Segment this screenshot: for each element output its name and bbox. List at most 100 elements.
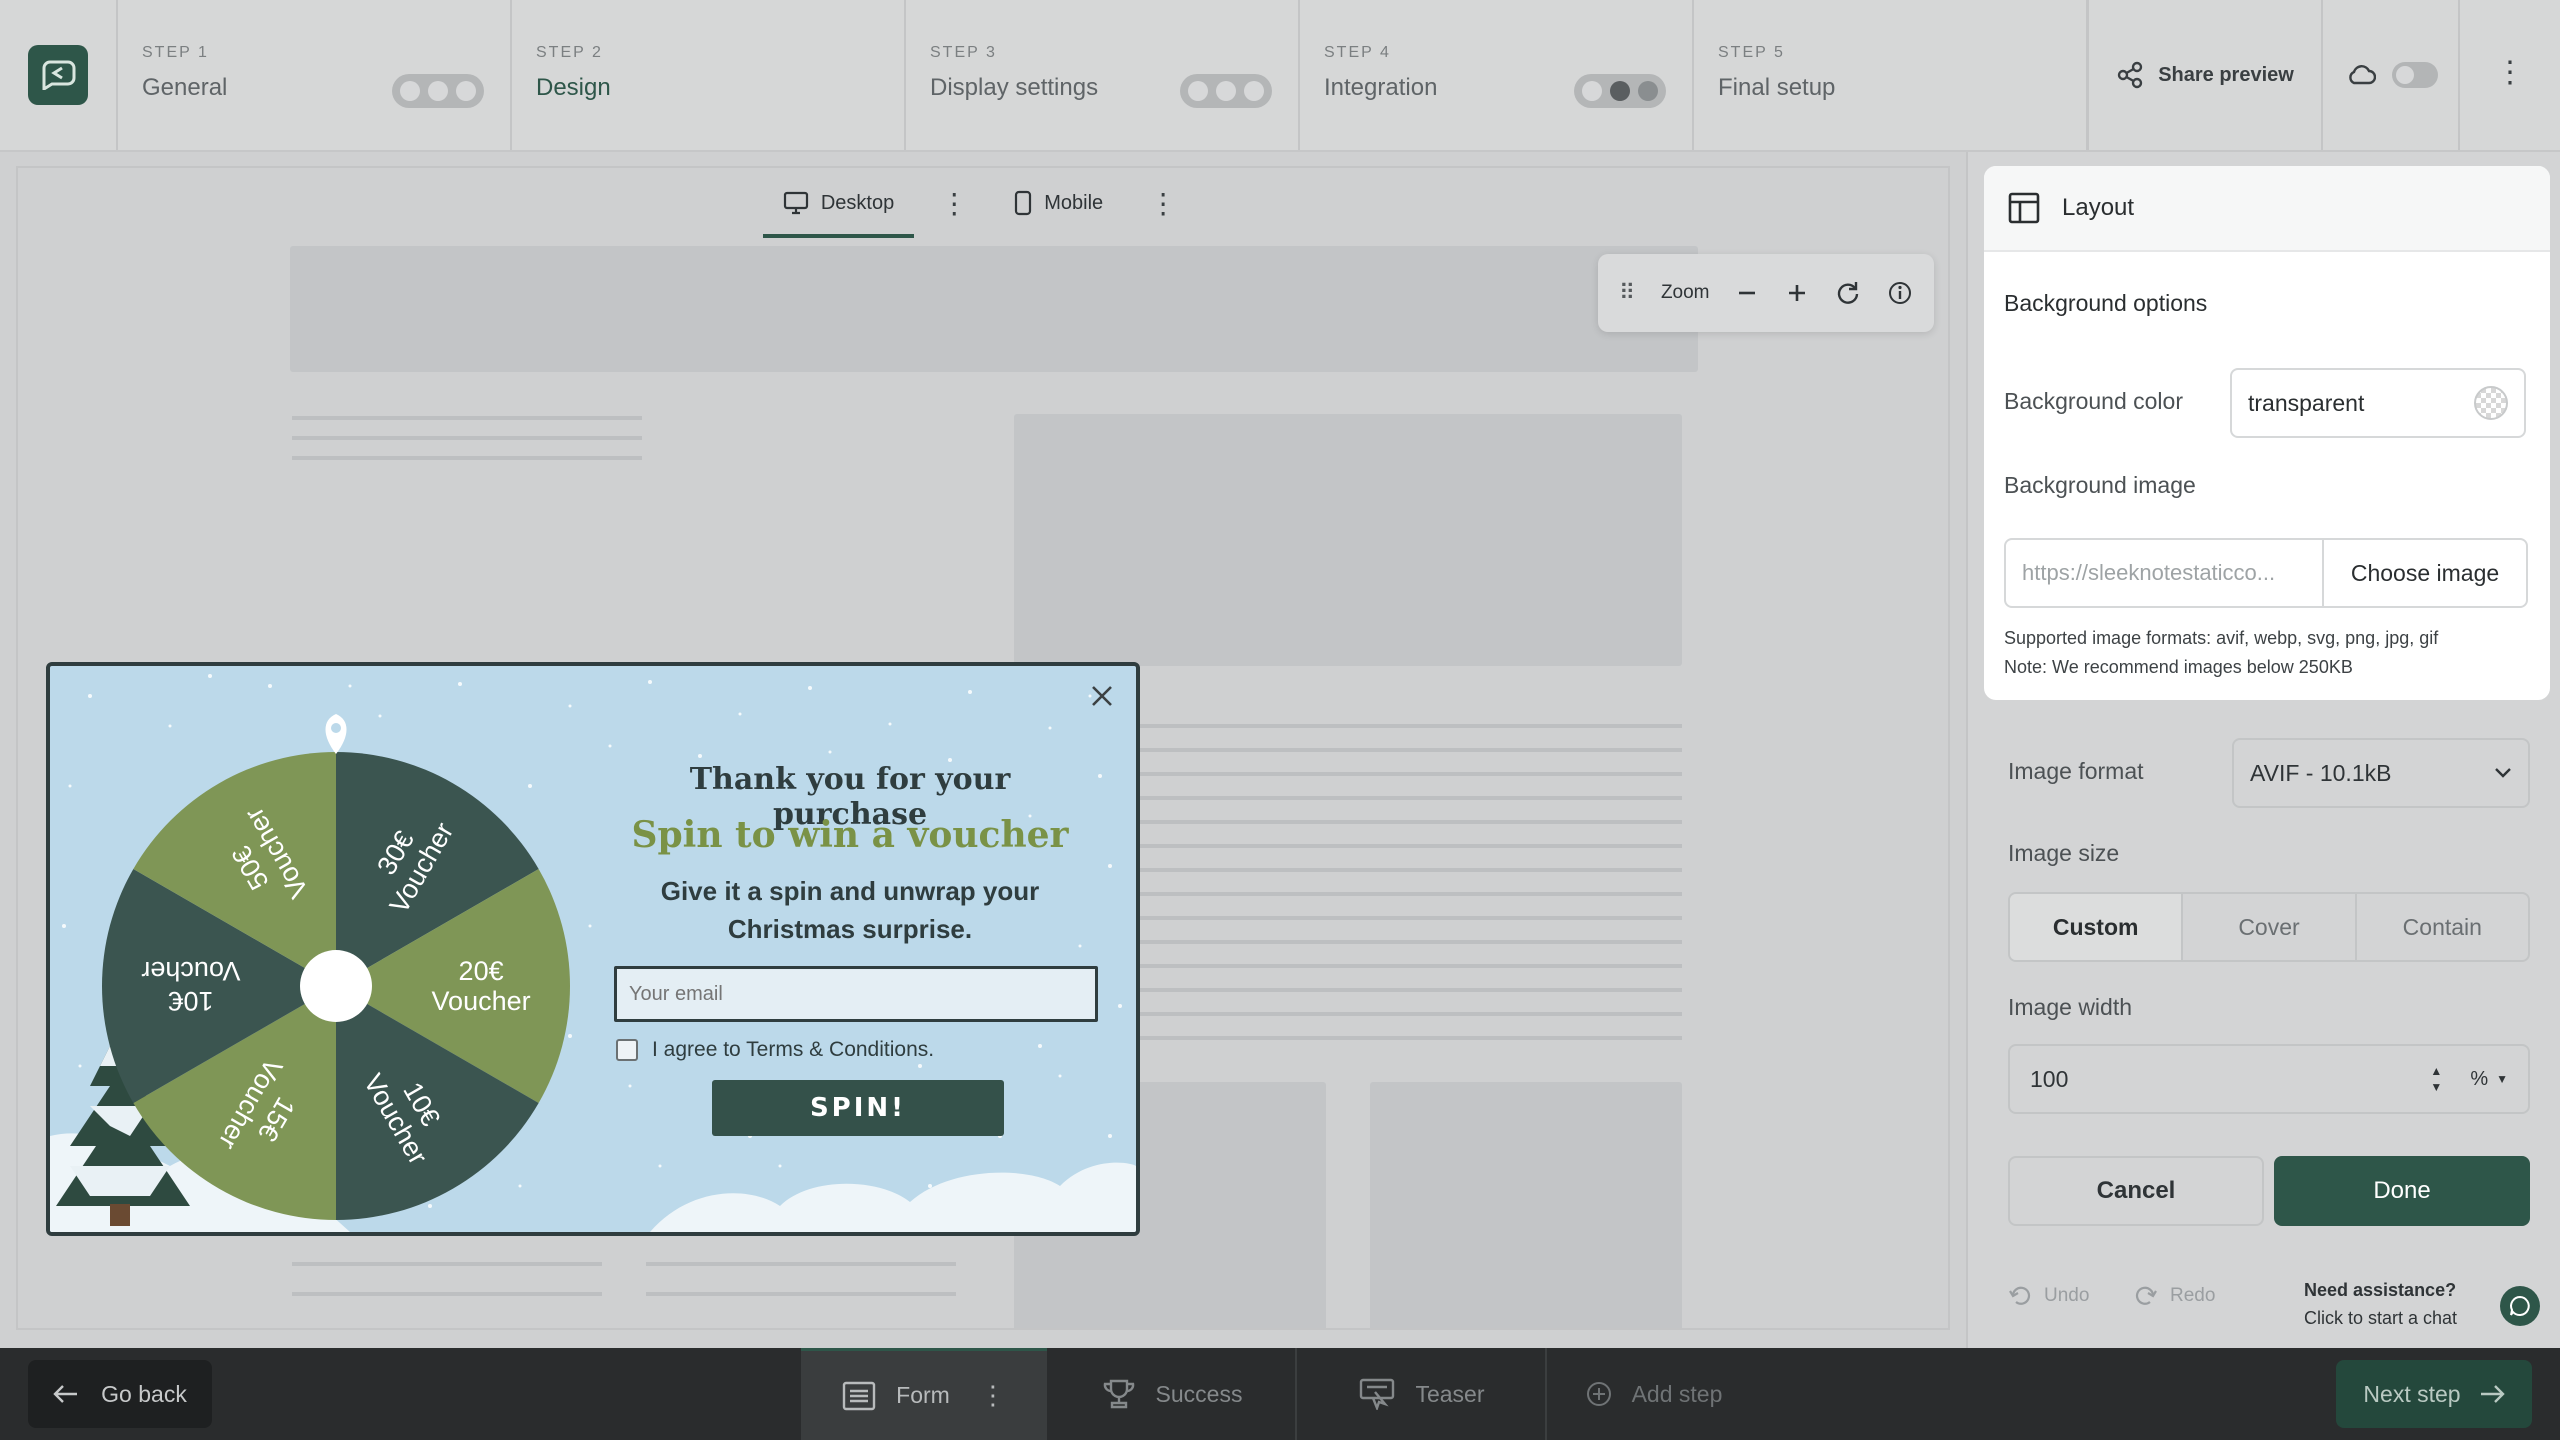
cancel-button[interactable]: Cancel [2008, 1156, 2264, 1226]
mobile-options-icon[interactable]: ⋮ [1123, 168, 1203, 238]
form-options-icon[interactable]: ⋮ [980, 1380, 1006, 1411]
placeholder-line [292, 416, 642, 420]
tab-desktop-label: Desktop [820, 191, 895, 214]
image-width-label: Image width [2008, 994, 2133, 1020]
redo-button[interactable]: Redo [2134, 1284, 2215, 1308]
placeholder-line [1122, 1012, 1682, 1016]
unit-value: % [2470, 1067, 2489, 1090]
add-step-button[interactable]: Add step [1549, 1348, 1759, 1440]
step-number: STEP 5 [1718, 44, 1785, 61]
placeholder-line [646, 1292, 956, 1296]
drag-handle-icon[interactable]: ⠿ [1619, 280, 1635, 306]
done-button[interactable]: Done [2274, 1156, 2530, 1226]
more-menu-icon[interactable]: ⋮ [2490, 52, 2530, 92]
supported-formats-text: Supported image formats: avif, webp, svg… [2004, 628, 2439, 648]
step-general[interactable]: STEP 1 General [118, 0, 512, 150]
bg-color-value: transparent [2248, 389, 2365, 416]
terms-checkbox[interactable] [616, 1039, 638, 1061]
section-title: Background options [2004, 290, 2208, 316]
step-number: STEP 1 [142, 44, 209, 61]
bg-color-field[interactable]: transparent [2230, 368, 2526, 438]
autosave-toggle[interactable] [2391, 62, 2438, 88]
arrow-right-icon [2480, 1385, 2505, 1403]
step-number: STEP 4 [1324, 44, 1391, 61]
unit-select[interactable]: % ▼ [2470, 1068, 2508, 1091]
placeholder-line [1122, 844, 1682, 848]
preview-canvas: Desktop ⋮ Mobile ⋮ ⠿ Zoom 30€Voucher 20€… [16, 166, 1950, 1330]
undo-icon [2009, 1286, 2031, 1305]
close-popup-icon[interactable] [1082, 676, 1122, 716]
image-format-select[interactable]: AVIF - 10.1kB [2232, 738, 2530, 808]
step-tab-teaser[interactable]: Teaser [1299, 1348, 1547, 1440]
cloud-icon [2348, 65, 2376, 85]
prize-wheel[interactable]: 30€Voucher20€ Voucher10€Voucher15€Voucher… [96, 706, 576, 1226]
bg-image-url[interactable]: https://sleeknotestaticco... [2006, 540, 2324, 606]
image-width-input[interactable]: 100 ▲ ▼ % ▼ [2008, 1044, 2530, 1114]
placeholder-line [1122, 1036, 1682, 1040]
reset-zoom-icon[interactable] [1835, 280, 1861, 306]
email-field[interactable] [614, 966, 1098, 1022]
settings-panel: Layout Background options Background col… [1966, 152, 2560, 1348]
tab-mobile[interactable]: Mobile [994, 168, 1123, 238]
device-tabs: Desktop ⋮ Mobile ⋮ [18, 168, 1948, 238]
step-design[interactable]: STEP 2 Design [512, 0, 906, 150]
placeholder-line [646, 1262, 956, 1266]
zoom-out-icon[interactable] [1735, 281, 1759, 305]
step-display-settings[interactable]: STEP 3 Display settings [906, 0, 1300, 150]
step-final-setup[interactable]: STEP 5 Final setup [1694, 0, 2088, 150]
popup-headline: Spin to win a voucher [631, 814, 1069, 856]
placeholder-line [292, 1292, 602, 1296]
assist-subtitle: Click to start a chat [2304, 1308, 2458, 1328]
placeholder-line [1122, 964, 1682, 968]
zoom-in-icon[interactable] [1785, 281, 1809, 305]
placeholder-line [1122, 988, 1682, 992]
placeholder-line [1122, 724, 1682, 728]
step-status-dots [392, 74, 484, 108]
placeholder-line [1122, 868, 1682, 872]
popup-text: Give it a spin and unwrap your Christmas… [660, 876, 1040, 944]
step-tab-form[interactable]: Form ⋮ [801, 1348, 1047, 1440]
image-format-note: Supported image formats: avif, webp, svg… [2004, 624, 2438, 682]
go-back-button[interactable]: Go back [28, 1360, 212, 1428]
chat-bubble-icon[interactable] [2500, 1286, 2540, 1326]
color-swatch[interactable] [2474, 386, 2508, 420]
step-tab-success[interactable]: Success [1049, 1348, 1297, 1440]
terms-label: I agree to Terms & Conditions. [652, 1038, 935, 1061]
desktop-options-icon[interactable]: ⋮ [914, 168, 994, 238]
size-option-cover[interactable]: Cover [2183, 894, 2357, 960]
share-icon [2117, 61, 2143, 89]
step-name: Design [536, 74, 611, 101]
size-option-contain[interactable]: Contain [2357, 894, 2528, 960]
stepper-arrows-icon[interactable]: ▲ ▼ [2430, 1063, 2442, 1095]
terms-checkbox-row[interactable]: I agree to Terms & Conditions. [616, 1038, 934, 1062]
assist-title: Need assistance? [2304, 1280, 2457, 1300]
app-logo[interactable] [28, 45, 88, 105]
wheel-pointer-icon [325, 714, 347, 754]
size-option-custom[interactable]: Custom [2010, 894, 2184, 960]
spin-wheel-popup[interactable]: 30€Voucher 20€ Voucher 10€Voucher 15€Voucher… [46, 662, 1140, 1236]
placeholder-line [292, 1262, 602, 1266]
placeholder-line [1122, 772, 1682, 776]
placeholder-line [292, 436, 642, 440]
image-size-segmented: Custom Cover Contain [2008, 892, 2530, 962]
tab-desktop[interactable]: Desktop [762, 168, 915, 238]
next-step-button[interactable]: Next step [2336, 1360, 2532, 1428]
share-preview-button[interactable]: Share preview [2087, 0, 2323, 150]
monitor-icon [783, 191, 808, 215]
placeholder-line [1122, 892, 1682, 896]
placeholder-line [292, 456, 642, 460]
success-tab-label: Success [1155, 1380, 1243, 1407]
step-number: STEP 2 [536, 44, 603, 61]
placeholder-line [1122, 940, 1682, 944]
zoom-toolbar: ⠿ Zoom [1598, 254, 1934, 332]
undo-label: Undo [2044, 1285, 2090, 1306]
spin-button[interactable]: SPIN! [712, 1080, 1004, 1136]
undo-button[interactable]: Undo [2008, 1284, 2089, 1308]
size-recommendation-text: Note: We recommend images below 250KB [2004, 657, 2353, 677]
assistance-link[interactable]: Need assistance? Click to start a chat [2304, 1276, 2457, 1332]
info-icon[interactable] [1887, 280, 1913, 306]
image-format-label: Image format [2008, 758, 2144, 784]
step-integration[interactable]: STEP 4 Integration [1300, 0, 1694, 150]
teaser-tab-label: Teaser [1415, 1380, 1485, 1407]
choose-image-button[interactable]: Choose image [2324, 540, 2526, 606]
